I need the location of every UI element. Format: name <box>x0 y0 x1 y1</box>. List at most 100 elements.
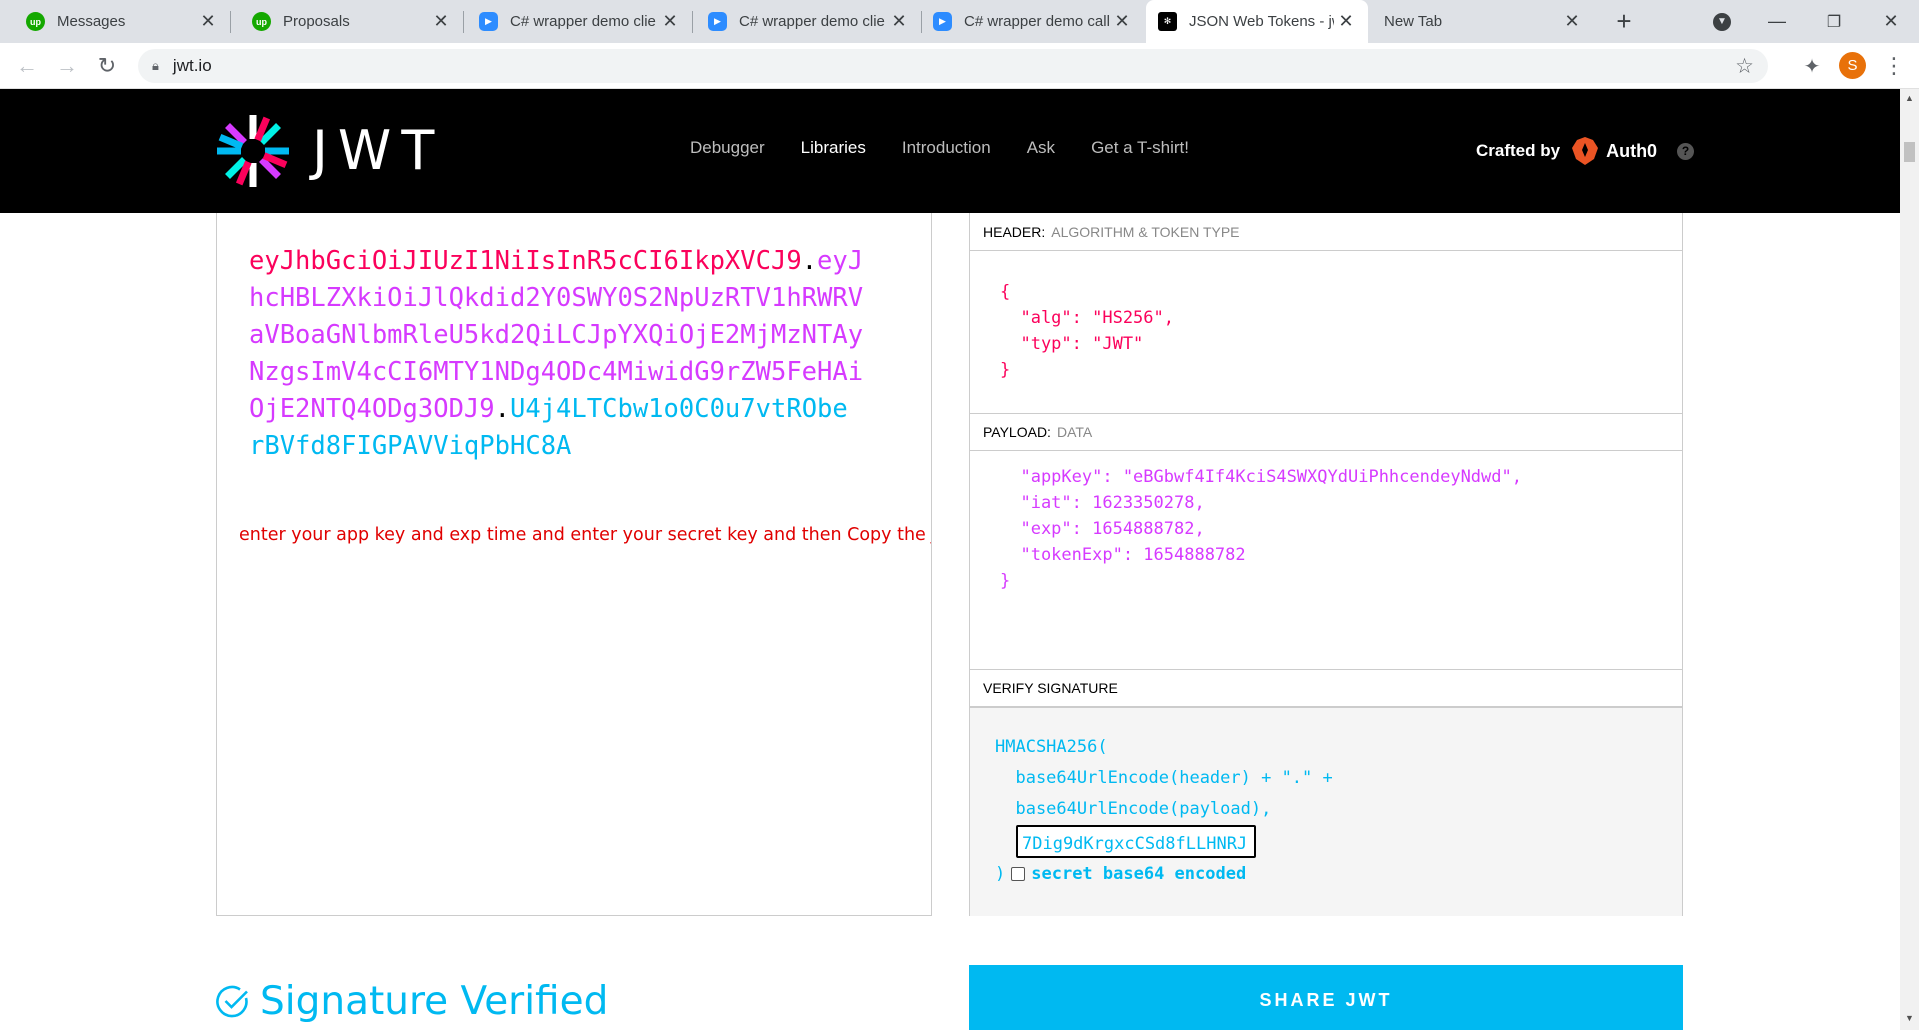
main-nav: Debugger Libraries Introduction Ask Get … <box>690 138 1225 158</box>
menu-icon[interactable]: ⋮ <box>1879 51 1909 81</box>
code-line: } <box>1000 571 1011 591</box>
signature-area: HMACSHA256( base64UrlEncode(header) + ".… <box>970 707 1682 916</box>
close-tab-icon[interactable]: ✕ <box>658 11 682 32</box>
code-line: } <box>1000 360 1011 380</box>
payload-json[interactable]: "appKey": "eBGbwf4If4KciS4SWXQYdUiPhhcen… <box>970 464 1682 594</box>
signature-title: VERIFY SIGNATURE <box>983 680 1118 696</box>
page-viewport: JWT Debugger Libraries Introduction Ask … <box>0 89 1900 1030</box>
token-header-part: eyJhbGciOiJIUzI1NiIsInR5cCI6IkpXVCJ9 <box>249 246 802 276</box>
header-json[interactable]: { "alg": "HS256", "typ": "JWT" } <box>970 279 1682 383</box>
lock-icon[interactable]: 🔒︎ <box>152 58 159 74</box>
share-jwt-button[interactable]: SHARE JWT <box>969 965 1683 1030</box>
secret-base64-checkbox[interactable] <box>1011 867 1026 881</box>
profile-avatar[interactable]: S <box>1839 52 1866 79</box>
payload-section-title: PAYLOAD: DATA <box>970 413 1682 451</box>
signature-code: HMACSHA256( base64UrlEncode(header) + ".… <box>970 708 1682 890</box>
tab-title: Proposals <box>283 13 350 30</box>
browser-tab[interactable]: New Tab ✕ <box>1370 0 1594 43</box>
close-tab-icon[interactable]: ✕ <box>1560 11 1584 32</box>
encoded-panel[interactable]: eyJhbGciOiJIUzI1NiIsInR5cCI6IkpXVCJ9.eyJ… <box>216 213 932 916</box>
tab-title: C# wrapper demo clie <box>739 13 885 30</box>
upwork-icon: up <box>26 12 45 31</box>
sig-payload: base64UrlEncode(payload), <box>995 799 1272 819</box>
close-tab-icon[interactable]: ✕ <box>196 11 220 32</box>
code-line: { <box>1000 282 1011 302</box>
page-scrollbar[interactable]: ▲ ▼ <box>1900 89 1919 1030</box>
zoom-icon: ▶ <box>933 12 952 31</box>
tab-search-icon[interactable]: ▼ <box>1694 0 1750 43</box>
close-tab-icon[interactable]: ✕ <box>429 11 453 32</box>
header-section-title: HEADER: ALGORITHM & TOKEN TYPE <box>970 213 1682 251</box>
close-tab-icon[interactable]: ✕ <box>887 11 911 32</box>
back-icon[interactable]: ← <box>12 51 42 81</box>
browser-tabstrip: up Messages ✕ up Proposals ✕ ▶ C# wrappe… <box>0 0 1919 43</box>
browser-tab[interactable]: ▶ C# wrapper demo clie ✕ <box>692 0 922 43</box>
encoded-token[interactable]: eyJhbGciOiJIUzI1NiIsInR5cCI6IkpXVCJ9.eyJ… <box>249 243 869 465</box>
instruction-text: enter your app key and exp time and ente… <box>239 525 931 545</box>
close-window-icon[interactable]: ✕ <box>1863 0 1919 43</box>
header-title: HEADER: <box>983 223 1046 240</box>
browser-tab[interactable]: up Messages ✕ <box>0 0 231 43</box>
secret-key-input[interactable]: 7Dig9dKrgxcCSd8fLLHNRJ <box>1016 825 1256 858</box>
browser-tab[interactable]: ▶ C# wrapper demo clie ✕ <box>463 0 693 43</box>
token-dot: . <box>801 246 818 276</box>
check-circle-icon <box>216 985 248 1017</box>
minimize-icon[interactable]: — <box>1749 0 1805 43</box>
help-icon[interactable]: ? <box>1677 142 1695 160</box>
signature-section-title: VERIFY SIGNATURE <box>970 669 1682 707</box>
nav-ask[interactable]: Ask <box>1027 138 1055 158</box>
jwt-logo-icon[interactable] <box>216 114 290 188</box>
restore-icon[interactable]: ❐ <box>1806 0 1862 43</box>
tab-title: C# wrapper demo call <box>964 13 1110 30</box>
token-dot: . <box>494 394 510 424</box>
address-bar[interactable]: 🔒︎ jwt.io ☆ <box>138 49 1768 83</box>
code-line: "appKey": "eBGbwf4If4KciS4SWXQYdUiPhhcen… <box>1000 467 1522 487</box>
code-line: "iat": 1623350278, <box>1000 493 1205 513</box>
decoded-panel: HEADER: ALGORITHM & TOKEN TYPE { "alg": … <box>969 213 1683 916</box>
nav-libraries[interactable]: Libraries <box>801 138 866 158</box>
zoom-icon: ▶ <box>708 12 727 31</box>
signature-verified: Signature Verified <box>216 979 608 1024</box>
scrollbar-thumb[interactable] <box>1904 142 1915 162</box>
tab-title: Messages <box>57 13 126 30</box>
extensions-icon[interactable]: ✦ <box>1797 51 1827 81</box>
secret-base64-label[interactable]: secret base64 encoded <box>1031 864 1246 884</box>
nav-introduction[interactable]: Introduction <box>902 138 991 158</box>
code-line: "exp": 1654888782, <box>1000 519 1205 539</box>
browser-tab[interactable]: up Proposals ✕ <box>230 0 464 43</box>
tab-title: C# wrapper demo clie <box>510 13 656 30</box>
header-subtitle: ALGORITHM & TOKEN TYPE <box>1051 223 1240 240</box>
tab-title: New Tab <box>1384 13 1443 30</box>
crafted-by-label: Crafted by <box>1476 141 1561 160</box>
scroll-up-icon[interactable]: ▲ <box>1905 93 1914 103</box>
browser-toolbar: ← → ↻ 🔒︎ jwt.io ☆ ✦ ⋮ <box>0 43 1919 89</box>
bookmark-star-icon[interactable]: ☆ <box>1735 54 1754 79</box>
close-tab-icon[interactable]: ✕ <box>1110 11 1134 32</box>
code-line: "tokenExp": 1654888782 <box>1000 545 1246 565</box>
auth0-logo-icon <box>1572 137 1599 165</box>
jwt-icon: ✻ <box>1158 12 1177 31</box>
reload-icon[interactable]: ↻ <box>92 51 122 81</box>
sig-fn: HMACSHA256( <box>995 737 1108 757</box>
auth0-brand: Auth0 <box>1606 140 1658 161</box>
zoom-icon: ▶ <box>479 12 498 31</box>
crafted-by[interactable]: Crafted by Auth0 ? <box>1476 137 1695 165</box>
forward-icon[interactable]: → <box>52 51 82 81</box>
code-line: "typ": "JWT" <box>1000 334 1144 354</box>
sig-close: ) <box>995 864 1006 884</box>
browser-tab[interactable]: ▶ C# wrapper demo call ✕ <box>921 0 1144 43</box>
site-header: JWT Debugger Libraries Introduction Ask … <box>0 89 1900 213</box>
url-text[interactable]: jwt.io <box>173 56 212 76</box>
signature-verified-text: Signature Verified <box>260 979 609 1024</box>
new-tab-button[interactable]: + <box>1596 0 1652 43</box>
jwt-logo-text[interactable]: JWT <box>312 121 444 181</box>
nav-tshirt[interactable]: Get a T-shirt! <box>1091 138 1189 158</box>
browser-tab-active[interactable]: ✻ JSON Web Tokens - jw ✕ <box>1146 0 1368 43</box>
sig-header: base64UrlEncode(header) + "." + <box>995 768 1333 788</box>
scroll-down-icon[interactable]: ▼ <box>1905 1013 1914 1023</box>
close-tab-icon[interactable]: ✕ <box>1334 11 1358 32</box>
upwork-icon: up <box>252 12 271 31</box>
nav-debugger[interactable]: Debugger <box>690 138 765 158</box>
code-line: "alg": "HS256", <box>1000 308 1174 328</box>
payload-title: PAYLOAD: <box>983 424 1051 440</box>
